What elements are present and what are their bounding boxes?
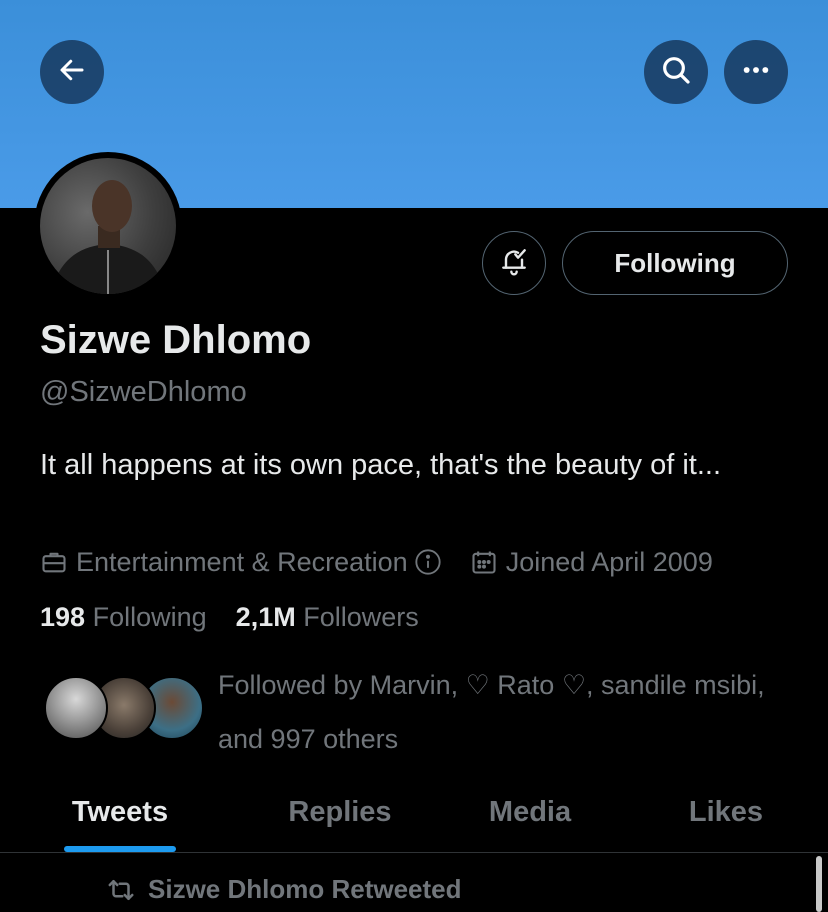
more-horizontal-icon (740, 54, 772, 91)
following-count: 198 (40, 602, 86, 632)
profile-category: Entertainment & Recreation (76, 546, 408, 577)
tab-replies[interactable]: Replies (260, 772, 420, 852)
tab-media[interactable]: Media (450, 772, 610, 852)
followers-count: 2,1M (235, 602, 296, 632)
search-button[interactable] (644, 40, 708, 104)
avatar (44, 676, 108, 740)
profile-name: Sizwe Dhlomo (40, 318, 312, 362)
more-button[interactable] (724, 40, 788, 104)
arrow-left-icon (57, 55, 87, 90)
profile-tabs: Tweets Replies Media Likes (0, 772, 828, 852)
calendar-icon (470, 548, 498, 576)
profile-avatar[interactable] (34, 152, 182, 300)
profile-joined: Joined April 2009 (505, 546, 713, 577)
info-icon[interactable] (414, 548, 442, 576)
followed-by-avatars[interactable] (44, 676, 204, 742)
profile-bio: It all happens at its own pace, that's t… (40, 449, 722, 481)
notification-button[interactable] (482, 231, 546, 295)
briefcase-icon (40, 548, 68, 576)
followers-label: Followers (303, 602, 419, 632)
profile-counts: 198 Following 2,1M Followers (40, 602, 419, 633)
following-button[interactable]: Following (562, 231, 788, 295)
followed-by-text[interactable]: Followed by Marvin, ♡ Rato ♡, sandile ms… (218, 658, 778, 766)
tab-tweets[interactable]: Tweets (40, 772, 200, 852)
tab-likes[interactable]: Likes (646, 772, 806, 852)
retweet-indicator[interactable]: Sizwe Dhlomo Retweeted (106, 874, 462, 905)
profile-handle: @SizweDhlomo (40, 376, 247, 408)
retweet-icon (106, 875, 136, 905)
scrollbar[interactable] (816, 856, 822, 912)
following-link[interactable]: 198 Following (40, 602, 214, 632)
retweet-label: Sizwe Dhlomo Retweeted (148, 874, 462, 904)
bell-check-icon (498, 245, 530, 282)
search-icon (660, 54, 692, 91)
divider (0, 852, 828, 853)
avatar-photo (40, 158, 176, 294)
back-button[interactable] (40, 40, 104, 104)
followers-link[interactable]: 2,1M Followers (236, 602, 419, 632)
profile-meta: Entertainment & Recreation Joined April … (40, 542, 713, 582)
following-label: Following (92, 602, 207, 632)
